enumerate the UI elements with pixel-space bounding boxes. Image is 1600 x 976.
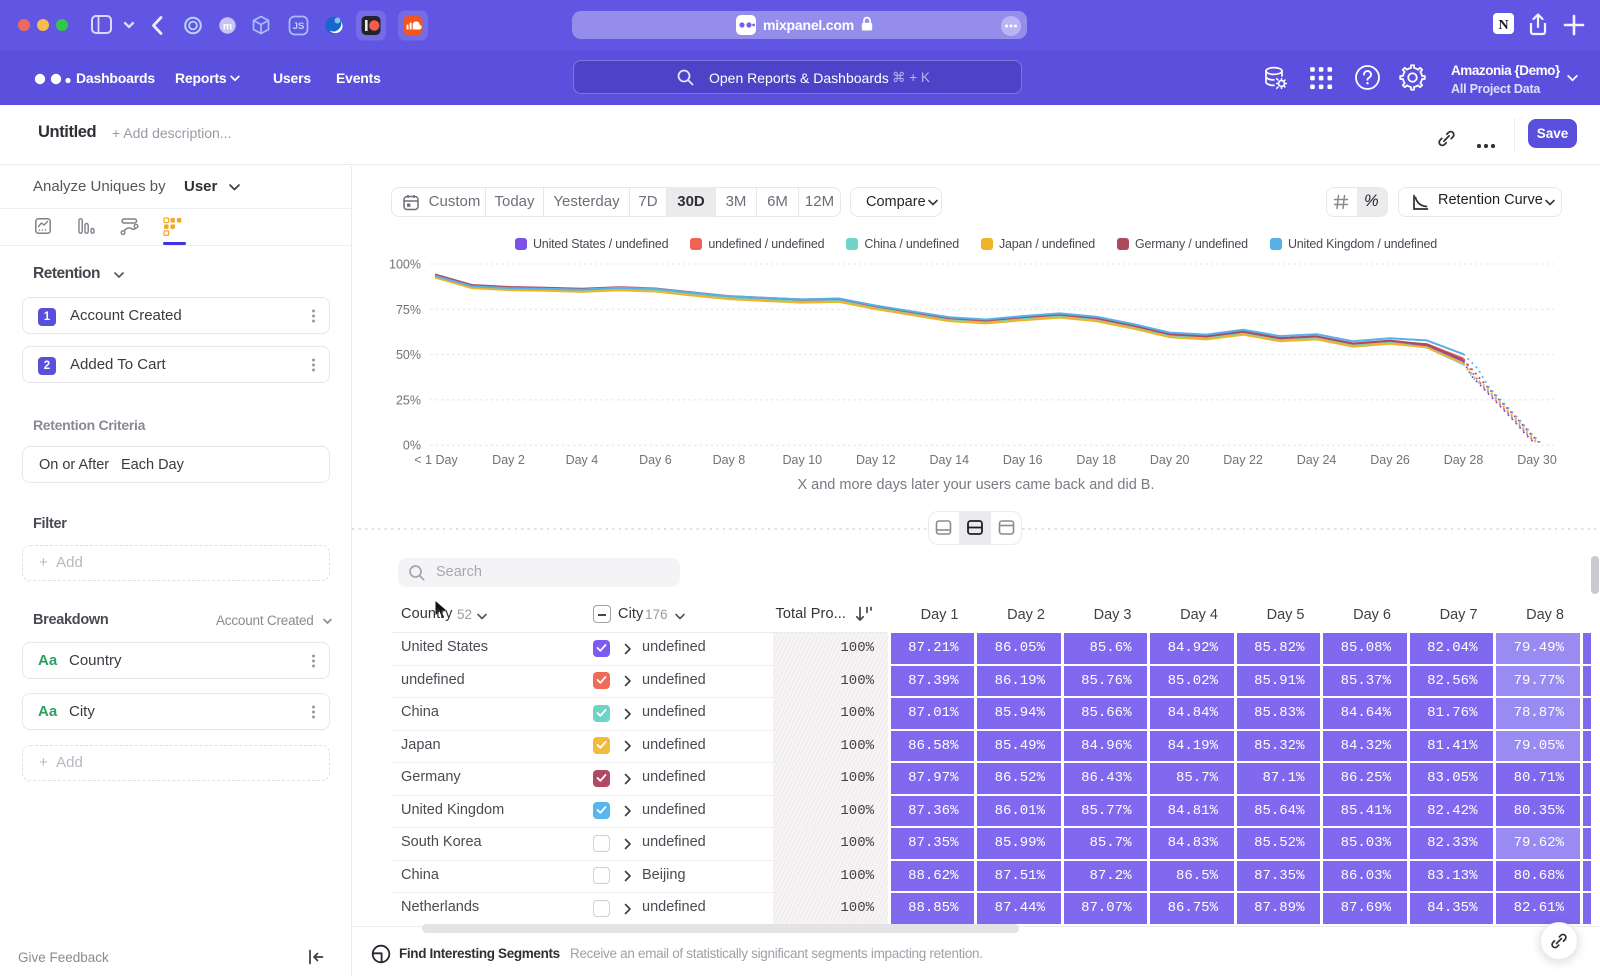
- svg-text:Day 24: Day 24: [1297, 453, 1337, 467]
- svg-text:Day 20: Day 20: [1150, 453, 1190, 467]
- svg-text:Day 8: Day 8: [713, 453, 746, 467]
- svg-text:0%: 0%: [403, 439, 421, 453]
- svg-text:JS: JS: [293, 21, 305, 32]
- svg-text:25%: 25%: [396, 393, 421, 407]
- svg-text:Day 22: Day 22: [1223, 453, 1263, 467]
- svg-text:Day 18: Day 18: [1076, 453, 1116, 467]
- svg-text:N: N: [1498, 18, 1508, 33]
- svg-text:Day 30: Day 30: [1517, 453, 1557, 467]
- svg-text:Day 4: Day 4: [566, 453, 599, 467]
- svg-text:m: m: [223, 20, 232, 32]
- svg-text:Day 16: Day 16: [1003, 453, 1043, 467]
- svg-text:Day 28: Day 28: [1444, 453, 1484, 467]
- svg-text:Day 6: Day 6: [639, 453, 672, 467]
- svg-text:Day 26: Day 26: [1370, 453, 1410, 467]
- svg-text:100%: 100%: [389, 258, 421, 272]
- svg-text:75%: 75%: [396, 303, 421, 317]
- svg-text:Day 10: Day 10: [782, 453, 822, 467]
- svg-text:Day 12: Day 12: [856, 453, 896, 467]
- svg-text:50%: 50%: [396, 348, 421, 362]
- svg-text:Day 2: Day 2: [492, 453, 525, 467]
- svg-text:< 1 Day: < 1 Day: [414, 453, 458, 467]
- svg-text:Day 14: Day 14: [929, 453, 969, 467]
